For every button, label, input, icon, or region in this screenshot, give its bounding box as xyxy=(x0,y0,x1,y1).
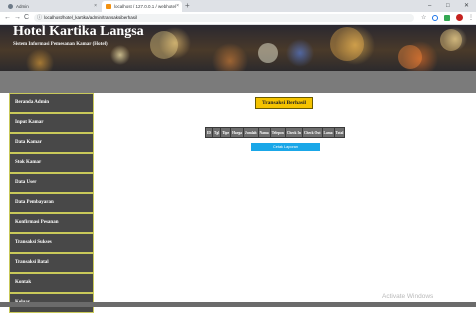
browser-tab-admin[interactable]: Admin × xyxy=(4,1,100,12)
profile-avatar[interactable] xyxy=(456,14,463,21)
header-banner: Hotel Kartika Langsa Sistem Informasi Pe… xyxy=(0,25,476,71)
column-header-lama: Lama xyxy=(321,127,335,138)
url-field[interactable]: ⓘ localhost/hotel_kartika/admin/transaks… xyxy=(34,14,414,22)
bokeh-light xyxy=(398,45,422,69)
column-header-harga: Harga xyxy=(230,127,244,138)
site-info-icon[interactable]: ⓘ xyxy=(37,14,42,22)
reload-icon[interactable]: C xyxy=(24,12,29,24)
back-arrow-icon[interactable]: ← xyxy=(4,12,11,24)
sidebar-item-beranda-admin[interactable]: Beranda Admin xyxy=(9,93,94,113)
tab-close-icon[interactable]: × xyxy=(94,1,97,12)
extension-icon[interactable] xyxy=(444,15,450,21)
sidebar-item-stok-kamar[interactable]: Stok Kamar xyxy=(9,152,94,173)
url-text[interactable]: localhost/hotel_kartika/admin/transaksib… xyxy=(44,14,137,22)
footer-bar xyxy=(0,302,476,307)
column-header-tgl: Tgl xyxy=(211,127,222,138)
tab-title: Admin xyxy=(16,4,29,9)
page-title: Transaksi Berhasil xyxy=(255,97,313,109)
print-report-button[interactable]: Cetak Laporan xyxy=(251,143,320,151)
sidebar-item-kontak[interactable]: Kontak xyxy=(9,272,94,293)
site-subtitle: Sistem Informasi Pemesanan Kamar (Hotel) xyxy=(13,42,108,47)
sidebar-item-input-kamar[interactable]: Input Kamar xyxy=(9,112,94,133)
minimize-window-button[interactable]: – xyxy=(428,0,431,12)
bokeh-light xyxy=(330,27,364,61)
extension-icon[interactable] xyxy=(432,15,438,21)
windows-activation-watermark: Activate Windows xyxy=(382,293,434,300)
bookmark-star-icon[interactable]: ☆ xyxy=(421,12,426,24)
sidebar-menu: Beranda Admin Input Kamar Data Kamar Sto… xyxy=(9,93,94,313)
table-header-row: ID Tgl Tipe Harga Jumlah Nama Telepon Ch… xyxy=(205,127,346,138)
maximize-window-button[interactable]: □ xyxy=(446,0,450,12)
bokeh-light xyxy=(440,29,462,51)
sidebar-item-konfirmasi-pesanan[interactable]: Konfirmasi Pesanan xyxy=(9,212,94,233)
column-header-tipe: Tipe xyxy=(220,127,232,138)
sidebar-item-data-user[interactable]: Data User xyxy=(9,172,94,193)
site-favicon-icon xyxy=(8,4,13,10)
tab-close-icon[interactable]: × xyxy=(176,1,179,12)
sidebar-item-data-pembayaran[interactable]: Data Pembayaran xyxy=(9,192,94,213)
column-header-jumlah: Jumlah xyxy=(242,127,259,138)
site-title: Hotel Kartika Langsa xyxy=(13,25,144,39)
new-tab-button[interactable]: + xyxy=(185,0,190,12)
column-header-telepon: Telepon xyxy=(269,127,286,138)
browser-address-bar: ← → C ⓘ localhost/hotel_kartika/admin/tr… xyxy=(0,12,476,25)
sidebar-item-data-kamar[interactable]: Data Kamar xyxy=(9,132,94,153)
bokeh-light xyxy=(150,31,178,59)
browser-tab-bar: Admin × localhost / 127.0.0.1 / webhotel… xyxy=(0,0,476,12)
phpmyadmin-favicon-icon xyxy=(106,4,111,10)
column-header-nama: Nama xyxy=(257,127,271,138)
column-header-total: Total xyxy=(333,127,346,138)
transactions-table: ID Tgl Tipe Harga Jumlah Nama Telepon Ch… xyxy=(205,127,346,138)
bokeh-light xyxy=(258,43,278,63)
tab-title: localhost / 127.0.0.1 / webhotel xyxy=(114,4,177,9)
close-window-button[interactable]: ✕ xyxy=(464,0,469,12)
browser-menu-icon[interactable]: ⋮ xyxy=(468,12,474,24)
sidebar-item-transaksi-sukses[interactable]: Transaksi Sukses xyxy=(9,232,94,253)
column-header-id: ID xyxy=(205,127,213,138)
column-header-check-out: Check Out xyxy=(301,127,323,138)
header-divider-bar xyxy=(0,71,476,93)
column-header-check-in: Check In xyxy=(284,127,303,138)
forward-arrow-icon[interactable]: → xyxy=(14,12,21,24)
sidebar-item-transaksi-batal[interactable]: Transaksi Batal xyxy=(9,252,94,273)
browser-tab-phpmyadmin[interactable]: localhost / 127.0.0.1 / webhotel × xyxy=(102,1,182,12)
